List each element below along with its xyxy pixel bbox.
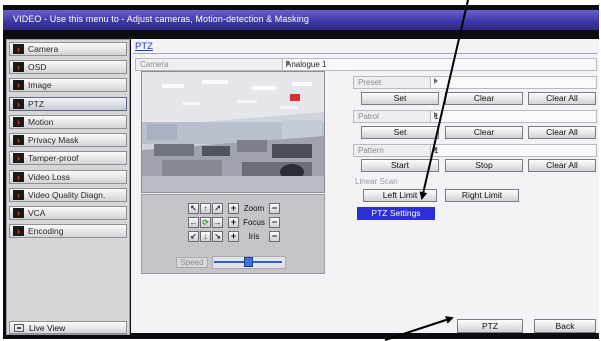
- sidebar-item-label: Image: [28, 80, 52, 90]
- linear-scan-label: Linear Scan: [355, 177, 398, 186]
- chevron-right-icon: [434, 112, 438, 118]
- focus-near-button[interactable]: +: [228, 217, 239, 228]
- pan-right-button[interactable]: →: [212, 217, 223, 228]
- live-view-button[interactable]: Live View: [9, 321, 127, 334]
- sidebar-item-privacy-mask[interactable]: › Privacy Mask: [9, 133, 127, 147]
- sidebar-item-label: Tamper-proof: [28, 153, 79, 163]
- sidebar-item-label: OSD: [28, 62, 47, 72]
- ptz-settings-button[interactable]: PTZ Settings: [357, 207, 435, 220]
- chevron-right-icon: ›: [13, 172, 24, 182]
- chevron-right-icon: ›: [13, 80, 24, 90]
- sidebar-item-label: Privacy Mask: [28, 135, 79, 145]
- sidebar-item-video-quality-diagn[interactable]: › Video Quality Diagn.: [9, 188, 127, 202]
- chevron-right-icon: ›: [13, 226, 24, 236]
- patrol-set-button[interactable]: Set: [361, 126, 439, 139]
- focus-far-button[interactable]: −: [269, 217, 280, 228]
- sidebar-item-label: Video Quality Diagn.: [28, 190, 106, 200]
- office-scene-image: [142, 72, 324, 192]
- sidebar-item-label: Motion: [28, 117, 54, 127]
- chevron-right-icon: ›: [13, 62, 24, 72]
- chevron-right-icon: [434, 78, 438, 84]
- speed-slider-thumb[interactable]: [243, 257, 253, 267]
- left-limit-button[interactable]: Left Limit: [363, 189, 437, 202]
- pattern-stop-button[interactable]: Stop: [445, 159, 523, 172]
- patrol-row: Patrol 1: [353, 110, 597, 123]
- iris-close-button[interactable]: −: [269, 231, 280, 242]
- sidebar-item-label: Video Loss: [28, 172, 70, 182]
- preset-set-button[interactable]: Set: [361, 92, 439, 105]
- sidebar-item-label: VCA: [28, 208, 46, 218]
- sidebar-item-image[interactable]: › Image: [9, 78, 127, 92]
- iris-open-button[interactable]: +: [228, 231, 239, 242]
- camera-label: Camera: [140, 60, 169, 69]
- sidebar-item-label: PTZ: [28, 99, 45, 109]
- pattern-select[interactable]: 1: [430, 144, 597, 157]
- zoom-out-button[interactable]: −: [269, 203, 280, 214]
- preset-clear-button[interactable]: Clear: [445, 92, 523, 105]
- chevron-right-icon: ›: [13, 99, 24, 109]
- sidebar-item-encoding[interactable]: › Encoding: [9, 224, 127, 238]
- sidebar-item-tamper-proof[interactable]: › Tamper-proof: [9, 151, 127, 165]
- patrol-clear-all-button[interactable]: Clear All: [528, 126, 596, 139]
- zoom-label: Zoom: [243, 204, 265, 213]
- pan-up-right-button[interactable]: ↗: [212, 203, 223, 214]
- preset-select[interactable]: [430, 76, 597, 89]
- back-button[interactable]: Back: [534, 319, 596, 333]
- zoom-in-button[interactable]: +: [228, 203, 239, 214]
- pane-title[interactable]: PTZ: [135, 41, 153, 52]
- ptz-pane: PTZ Camera Analogue 1 ↖ ↑ ↗ ← ⟳ → ↙ ↓ ↘ …: [131, 39, 599, 333]
- chevron-right-icon: ›: [13, 117, 24, 127]
- pan-down-right-button[interactable]: ↘: [212, 231, 223, 242]
- patrol-clear-button[interactable]: Clear: [445, 126, 523, 139]
- tilt-down-button[interactable]: ↓: [200, 231, 211, 242]
- preset-row: Preset: [353, 76, 597, 89]
- live-view-label: Live View: [29, 323, 66, 333]
- window-title: VIDEO - Use this menu to - Adjust camera…: [13, 14, 310, 24]
- camera-select-value: Analogue 1: [286, 60, 327, 69]
- monitor-screen: VIDEO - Use this menu to - Adjust camera…: [3, 5, 599, 339]
- sidebar-item-label: Camera: [28, 44, 59, 54]
- chevron-right-icon: ›: [13, 208, 24, 218]
- sidebar-item-ptz[interactable]: › PTZ: [9, 97, 127, 111]
- sidebar-item-vca[interactable]: › VCA: [9, 206, 127, 220]
- title-divider: [133, 53, 597, 54]
- focus-label: Focus: [243, 218, 265, 227]
- pattern-clear-all-button[interactable]: Clear All: [528, 159, 596, 172]
- camera-preview: [141, 71, 325, 193]
- pan-up-left-button[interactable]: ↖: [188, 203, 199, 214]
- auto-pan-button[interactable]: ⟳: [200, 217, 211, 228]
- pattern-start-button[interactable]: Start: [361, 159, 439, 172]
- chevron-right-icon: ›: [13, 190, 24, 200]
- chevron-right-icon: ›: [13, 135, 24, 145]
- chevron-right-icon: [434, 146, 438, 152]
- sidebar-item-camera[interactable]: › Camera: [9, 42, 127, 56]
- window-titlebar: VIDEO - Use this menu to - Adjust camera…: [3, 10, 599, 30]
- monitor-icon: [14, 324, 24, 332]
- sidebar-item-osd[interactable]: › OSD: [9, 60, 127, 74]
- patrol-select[interactable]: 1: [430, 110, 597, 123]
- sidebar-menu: › Camera › OSD › Image › PTZ › Motion › …: [6, 39, 130, 335]
- ptz-control-panel: ↖ ↑ ↗ ← ⟳ → ↙ ↓ ↘ + Zoom − + Focus − + I…: [141, 194, 325, 274]
- pattern-label: Pattern: [358, 146, 384, 155]
- sidebar-item-video-loss[interactable]: › Video Loss: [9, 170, 127, 184]
- right-limit-button[interactable]: Right Limit: [445, 189, 519, 202]
- chevron-right-icon: ›: [13, 153, 24, 163]
- chevron-right-icon: ›: [13, 44, 24, 54]
- sidebar-item-motion[interactable]: › Motion: [9, 115, 127, 129]
- camera-row: Camera Analogue 1: [135, 58, 597, 71]
- tilt-up-button[interactable]: ↑: [200, 203, 211, 214]
- preset-label: Preset: [358, 78, 382, 87]
- patrol-label: Patrol: [358, 112, 379, 121]
- preset-clear-all-button[interactable]: Clear All: [528, 92, 596, 105]
- camera-select[interactable]: Analogue 1: [282, 58, 597, 71]
- pattern-row: Pattern 1: [353, 144, 597, 157]
- chevron-right-icon: [286, 60, 290, 66]
- iris-label: Iris: [248, 232, 260, 241]
- sidebar-item-label: Encoding: [28, 226, 64, 236]
- ptz-button[interactable]: PTZ: [457, 319, 523, 333]
- speed-label: Speed: [176, 257, 208, 268]
- pan-left-button[interactable]: ←: [188, 217, 199, 228]
- pan-down-left-button[interactable]: ↙: [188, 231, 199, 242]
